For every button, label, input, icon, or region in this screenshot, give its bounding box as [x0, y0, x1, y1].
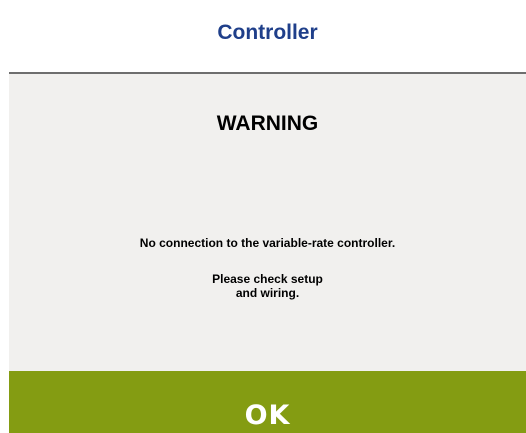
dialog-header: Controller [9, 0, 526, 74]
dialog-title: Controller [217, 21, 318, 44]
warning-heading: WARNING [216, 112, 319, 135]
ok-button[interactable]: OK [9, 371, 526, 433]
warning-message: No connection to the variable-rate contr… [139, 236, 396, 250]
warning-instruction: Please check setup [212, 272, 323, 286]
warning-dialog: Controller WARNING No connection to the … [9, 0, 526, 433]
ok-button-label: OK [244, 400, 291, 431]
warning-instruction-continued: and wiring. [235, 286, 300, 300]
